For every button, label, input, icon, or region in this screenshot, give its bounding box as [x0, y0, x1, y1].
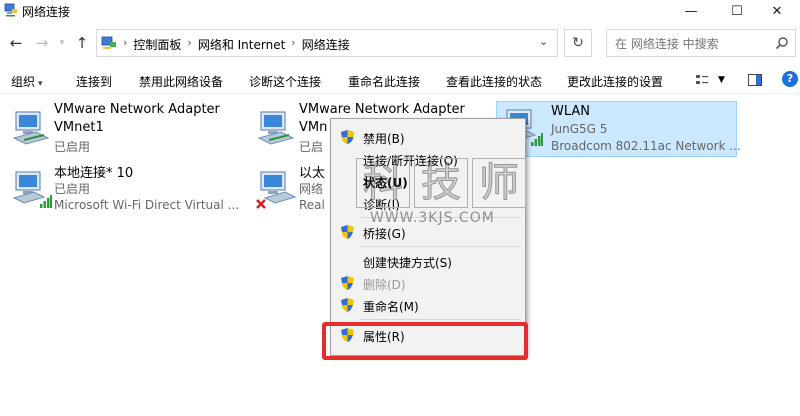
breadcrumb-separator-icon: ›	[187, 36, 192, 49]
wireless-adapter-icon	[12, 171, 52, 208]
search-input[interactable]	[615, 37, 775, 51]
title-bar: 网络连接 — ☐ ✕	[0, 0, 800, 22]
address-bar[interactable]: › 控制面板 › 网络和 Internet › 网络连接 ⌄	[96, 29, 558, 57]
breadcrumb-network-connections[interactable]: 网络连接	[302, 36, 350, 53]
view-status-button[interactable]: 查看此连接的状态	[446, 73, 542, 90]
network-adapter-disconnected-icon	[256, 171, 297, 209]
uac-shield-icon	[341, 130, 354, 144]
network-connections-icon	[4, 3, 17, 17]
connection-item-vmnet1[interactable]: VMware Network Adapter VMnet1 已启用	[2, 102, 242, 162]
rename-button[interactable]: 重命名此连接	[348, 73, 420, 90]
uac-shield-icon	[341, 225, 354, 239]
context-menu: 禁用(B) 连接/断开连接(O) 状态(U) 诊断(I) 桥接(G) 创建快捷方…	[330, 118, 526, 356]
forward-button[interactable]: →	[32, 33, 52, 53]
properties-highlight-box	[322, 322, 528, 360]
minimize-button[interactable]: —	[668, 0, 714, 22]
connection-name: VMware Network Adapter	[54, 102, 220, 117]
menu-item-label: 重命名(M)	[363, 300, 419, 314]
uac-shield-icon	[341, 298, 354, 312]
menu-separator	[361, 246, 521, 247]
connection-item-local-10[interactable]: 本地连接* 10 已启用 Microsoft Wi-Fi Direct Virt…	[2, 162, 242, 222]
close-button[interactable]: ✕	[754, 0, 800, 22]
help-icon[interactable]: ?	[782, 71, 798, 87]
up-button[interactable]: ↑	[72, 33, 92, 53]
menu-item-label: 禁用(B)	[363, 132, 405, 146]
search-icon	[775, 37, 788, 50]
connection-name: 本地连接* 10	[54, 166, 134, 181]
menu-item-delete[interactable]: 删除(D)	[331, 272, 525, 294]
connection-network: JunG5G 5	[551, 122, 608, 136]
organize-label: 组织	[11, 75, 36, 89]
connection-status: 已启用	[54, 140, 91, 154]
menu-item-rename[interactable]: 重命名(M)	[331, 294, 525, 316]
organize-menu[interactable]: 组织 ▾	[11, 73, 43, 90]
back-button[interactable]: ←	[6, 33, 26, 53]
breadcrumb-separator-icon: ›	[291, 36, 296, 49]
breadcrumb-network-internet[interactable]: 网络和 Internet	[198, 36, 285, 53]
recent-locations-chevron-icon[interactable]: ▾	[52, 33, 72, 53]
view-options-chevron-icon[interactable]: ▼	[718, 75, 725, 85]
watermark-char: 科	[356, 158, 410, 208]
connection-device: VMnet1	[54, 120, 104, 135]
search-box[interactable]	[606, 29, 796, 57]
preview-pane-icon[interactable]	[747, 72, 763, 88]
connection-device: VMn	[299, 120, 328, 135]
organize-chevron-icon: ▾	[38, 79, 43, 89]
connection-device: Microsoft Wi-Fi Direct Virtual ...	[54, 198, 240, 212]
diagnose-button[interactable]: 诊断这个连接	[249, 73, 321, 90]
watermark-url: WWW.3KJS.COM	[370, 210, 495, 226]
network-adapter-icon	[257, 111, 295, 145]
menu-item-create-shortcut[interactable]: 创建快捷方式(S)	[331, 250, 525, 272]
menu-item-label: 创建快捷方式(S)	[363, 256, 452, 270]
window-title: 网络连接	[22, 5, 71, 19]
network-adapter-icon	[12, 111, 50, 145]
connection-status: 已启	[299, 140, 324, 154]
connection-status: 已启用	[54, 182, 91, 196]
breadcrumb-control-panel[interactable]: 控制面板	[133, 36, 181, 53]
view-options-icon[interactable]	[694, 72, 710, 88]
disable-device-button[interactable]: 禁用此网络设备	[139, 73, 223, 90]
connection-name: 以太	[299, 166, 326, 181]
connection-name: WLAN	[551, 104, 591, 119]
change-settings-button[interactable]: 更改此连接的设置	[567, 73, 663, 90]
command-bar: 组织 ▾ 连接到 禁用此网络设备 诊断这个连接 重命名此连接 查看此连接的状态 更…	[0, 66, 800, 94]
breadcrumb: › 控制面板 › 网络和 Internet › 网络连接	[123, 36, 350, 53]
connection-device: Broadcom 802.11ac Network ...	[551, 139, 741, 153]
watermark-char: 技	[414, 158, 468, 208]
control-panel-icon	[101, 36, 116, 49]
watermark: 科 技 师 WWW.3KJS.COM	[356, 158, 536, 228]
address-dropdown-chevron-icon[interactable]: ⌄	[539, 35, 548, 48]
menu-separator	[361, 319, 521, 320]
connection-item-wlan[interactable]: WLAN JunG5G 5 Broadcom 802.11ac Network …	[496, 101, 741, 157]
connection-status: 网络	[299, 182, 324, 196]
connection-device: Real	[299, 198, 325, 212]
uac-shield-icon	[341, 276, 354, 290]
refresh-button[interactable]: ↻	[564, 29, 592, 57]
breadcrumb-separator-icon: ›	[123, 36, 128, 49]
connection-name: VMware Network Adapter	[299, 102, 465, 117]
watermark-logo: 科 技 师	[356, 158, 526, 208]
connect-to-button[interactable]: 连接到	[76, 73, 112, 90]
menu-item-label: 删除(D)	[363, 278, 406, 292]
address-row: ← → ▾ ↑ › 控制面板 › 网络和 Internet › 网络连接 ⌄ ↻	[0, 27, 800, 59]
refresh-icon: ↻	[572, 35, 584, 51]
watermark-char: 师	[472, 158, 526, 208]
menu-item-disable[interactable]: 禁用(B)	[331, 126, 525, 148]
